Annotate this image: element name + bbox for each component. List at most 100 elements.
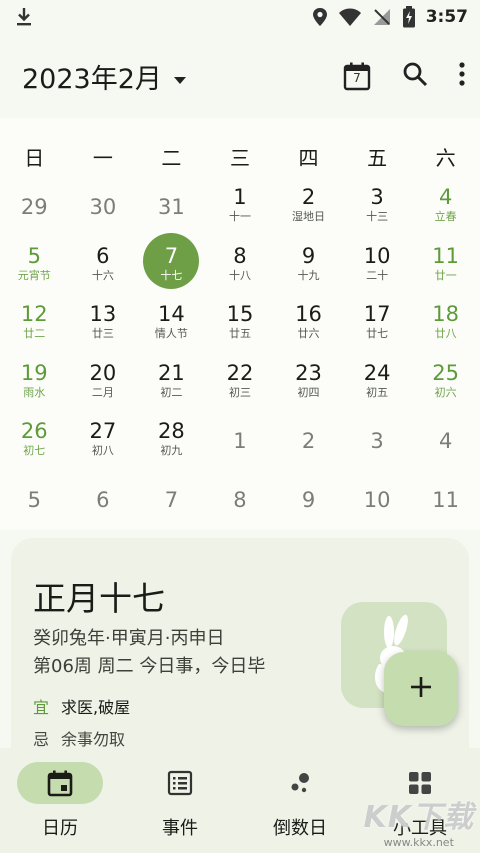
more-vert-icon[interactable]	[458, 61, 466, 91]
nav-calendar[interactable]: 日历	[0, 748, 120, 853]
day-number: 7	[164, 243, 179, 268]
weekday-fri: 五	[367, 146, 388, 170]
lunar-label: 十三	[366, 210, 389, 223]
lunar-label: 十八	[228, 268, 251, 282]
lunar-label: 廿三	[91, 327, 114, 340]
day-cell[interactable]: 8 十八	[206, 239, 275, 298]
day-number: 9	[301, 487, 316, 512]
wifi-icon	[338, 7, 362, 27]
ji-value: 余事勿取	[61, 730, 126, 749]
lunar-label: 元宵节	[17, 268, 51, 282]
ganzhi-text: 癸卯兔年·甲寅月·丙申日	[33, 628, 225, 649]
day-number: 6	[96, 243, 110, 268]
day-number: 14	[158, 302, 185, 326]
day-cell[interactable]: 13 廿三	[69, 297, 138, 356]
week-row: 26 初七 27 初八 28 初九 1 2 3 4	[0, 414, 480, 473]
day-number: 7	[164, 487, 179, 512]
weekday-sat: 六	[435, 146, 456, 170]
day-cell[interactable]: 2 湿地日	[274, 180, 343, 239]
day-cell[interactable]: 18 廿八	[411, 297, 480, 356]
day-cell[interactable]: 14 情人节	[137, 297, 206, 356]
today-button[interactable]: 7	[342, 61, 372, 91]
day-cell[interactable]: 30	[69, 180, 138, 239]
day-cell[interactable]: 5 元宵节	[0, 239, 69, 298]
day-cell[interactable]: 22 初三	[206, 356, 275, 415]
day-cell[interactable]: 1 十一	[206, 180, 275, 239]
calendar-icon	[17, 762, 103, 804]
lunar-label: 廿五	[228, 327, 251, 340]
nav-countdown[interactable]: 倒数日	[240, 748, 360, 853]
lunar-label: 十七	[160, 268, 183, 282]
day-cell[interactable]: 6 十六	[69, 239, 138, 298]
day-cell[interactable]: 3 十三	[343, 180, 412, 239]
nav-events[interactable]: 事件	[120, 748, 240, 853]
yi-label: 宜	[33, 698, 50, 717]
lunar-label: 初四	[297, 385, 320, 399]
day-number: 16	[295, 302, 322, 326]
list-icon	[137, 762, 223, 804]
month-calendar: 日 一 二 三 四 五 六 29 30 31 1 十一 2 湿地日 3 十三 4 立春 …	[0, 118, 480, 530]
lunar-label: 初六	[434, 385, 457, 399]
day-cell[interactable]: 23 初四	[274, 356, 343, 415]
lunar-label: 情人节	[154, 327, 188, 340]
nav-label: 日历	[42, 818, 78, 839]
lunar-label: 十一	[228, 210, 251, 223]
week-row: 5 6 7 8 9 10 11	[0, 473, 480, 532]
day-cell[interactable]: 6	[69, 473, 138, 532]
day-cell[interactable]: 11	[411, 473, 480, 532]
day-cell[interactable]: 5	[0, 473, 69, 532]
status-time: 3:57	[425, 7, 468, 27]
status-bar: 3:57	[0, 0, 480, 34]
no-signal-icon	[372, 7, 392, 27]
day-cell[interactable]: 9	[274, 473, 343, 532]
day-number: 9	[301, 243, 316, 268]
day-cell[interactable]: 28 初九	[137, 414, 206, 473]
week-row: 29 30 31 1 十一 2 湿地日 3 十三 4 立春	[0, 180, 480, 239]
day-cell[interactable]: 17 廿七	[343, 297, 412, 356]
week-row: 12 廿二 13 廿三 14 情人节 15 廿五 16 廿六 17 廿七 18 廿八	[0, 297, 480, 356]
day-cell[interactable]: 16 廿六	[274, 297, 343, 356]
day-number: 4	[438, 185, 453, 209]
day-cell[interactable]: 26 初七	[0, 414, 69, 473]
day-number: 26	[20, 419, 48, 443]
day-number: 17	[363, 302, 391, 326]
day-cell[interactable]: 4	[411, 414, 480, 473]
day-cell[interactable]: 20 二月	[69, 356, 138, 415]
day-cell[interactable]: 31	[137, 180, 206, 239]
lunar-label: 十六	[91, 268, 114, 282]
lunar-label: 十九	[297, 268, 320, 282]
day-cell[interactable]: 8	[206, 473, 275, 532]
day-cell[interactable]: 11 廿一	[411, 239, 480, 298]
day-cell[interactable]: 27 初八	[69, 414, 138, 473]
date-grid: 29 30 31 1 十一 2 湿地日 3 十三 4 立春 5 元宵节 6 十六 7 十七 8…	[0, 180, 480, 531]
day-cell[interactable]: 10	[343, 473, 412, 532]
day-number: 21	[158, 360, 185, 385]
day-cell[interactable]: 3	[343, 414, 412, 473]
day-number: 25	[432, 360, 460, 385]
add-event-button[interactable]	[384, 652, 458, 726]
month-selector[interactable]: 2023年2月	[22, 57, 186, 96]
day-cell[interactable]: 2	[274, 414, 343, 473]
day-cell[interactable]: 21 初二	[137, 356, 206, 415]
day-cell[interactable]: 4 立春	[411, 180, 480, 239]
day-cell[interactable]: 7	[137, 473, 206, 532]
day-cell[interactable]: 15 廿五	[206, 297, 275, 356]
lunar-label: 初三	[228, 385, 251, 399]
day-cell[interactable]: 24 初五	[343, 356, 412, 415]
day-number: 22	[226, 360, 254, 385]
day-cell[interactable]: 19 雨水	[0, 356, 69, 415]
lunar-label: 初五	[366, 385, 389, 399]
today-badge: 7	[353, 71, 361, 85]
watermark-brand: KK下载	[363, 800, 474, 835]
day-cell[interactable]: 25 初六	[411, 356, 480, 415]
day-cell[interactable]: 12 廿二	[0, 297, 69, 356]
day-cell[interactable]: 1	[206, 414, 275, 473]
lunar-label: 廿二	[23, 327, 46, 340]
day-cell-today[interactable]: 7 十七	[137, 232, 206, 298]
search-icon[interactable]	[402, 61, 428, 91]
day-cell[interactable]: 29	[0, 180, 69, 239]
week-row: 5 元宵节 6 十六 7 十七 8 十八 9 十九 10 二十 11 廿一	[0, 232, 480, 298]
day-cell[interactable]: 10 二十	[343, 239, 412, 298]
day-cell[interactable]: 9 十九	[274, 239, 343, 298]
weekday-tue: 二	[161, 146, 182, 170]
